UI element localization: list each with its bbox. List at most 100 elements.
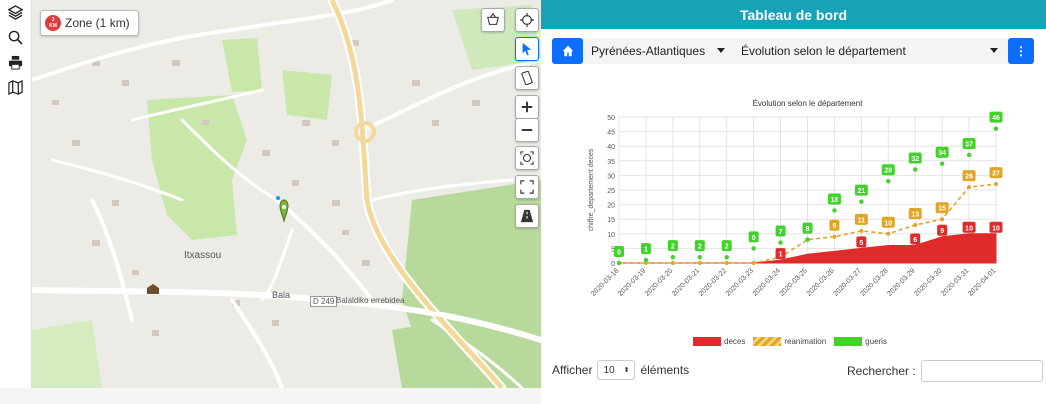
gueris-data-label: 8 <box>806 226 810 233</box>
x-tick-label: 2020-03-21 <box>671 267 701 297</box>
plus-icon <box>521 101 533 113</box>
map-scroll-strip <box>0 388 541 404</box>
ruler-icon <box>521 71 533 85</box>
legend-swatch <box>693 337 721 346</box>
zone-chip[interactable]: 3 KM Zone (1 km) <box>40 10 139 36</box>
legend-item-reanimation[interactable]: reanimation <box>753 337 826 346</box>
zoom-extent-button[interactable] <box>515 146 539 170</box>
measure-button[interactable] <box>515 66 539 90</box>
road-button[interactable] <box>515 204 539 228</box>
home-button[interactable] <box>552 38 583 64</box>
gueris-point <box>832 208 837 213</box>
y-tick-label: 0 <box>611 261 615 268</box>
y-tick-label: 10 <box>607 232 615 239</box>
minus-icon <box>521 129 533 131</box>
reanimation-data-label: 15 <box>938 206 946 213</box>
page-length-select[interactable]: 10 ⬍ <box>597 360 636 380</box>
basket-button[interactable] <box>481 8 505 32</box>
basket-icon <box>487 13 499 25</box>
fullscreen-button[interactable] <box>515 175 539 199</box>
options-button[interactable]: ⋮ <box>1008 38 1034 64</box>
legend-label: reanimation <box>784 337 827 346</box>
map-icon <box>8 80 23 95</box>
gueris-point <box>805 237 810 242</box>
gueris-point <box>670 254 676 260</box>
table-length: Afficher 10 ⬍ éléments <box>552 360 689 380</box>
deces-data-label: 6 <box>913 237 917 244</box>
x-tick-label: 2020-03-25 <box>779 267 809 297</box>
x-tick-label: 2020-04-01 <box>967 267 997 297</box>
y-tick-label: 30 <box>607 173 615 180</box>
legend-label: gueris <box>865 337 887 346</box>
search-button[interactable] <box>0 25 31 50</box>
reanimation-data-label: 11 <box>858 217 866 224</box>
reanimation-point <box>670 261 675 265</box>
search-icon <box>8 30 23 45</box>
deces-data-label: 9 <box>940 228 944 235</box>
gueris-point <box>939 161 945 166</box>
department-select[interactable]: Pyrénées-Atlantiques <box>591 38 725 64</box>
gueris-point <box>966 152 972 158</box>
reanimation-point <box>751 261 756 265</box>
reanimation-point <box>697 261 702 265</box>
x-tick-label: 2020-03-23 <box>725 267 755 297</box>
select-pointer-button[interactable] <box>515 37 539 61</box>
gueris-data-label: 0 <box>617 250 621 257</box>
deces-data-label: 10 <box>965 225 973 232</box>
left-toolbar <box>0 0 32 388</box>
chart-legend: deces reanimation gueris <box>693 337 887 346</box>
layers-button[interactable] <box>0 0 31 25</box>
reanimation-data-label: 13 <box>911 212 919 219</box>
search-input[interactable] <box>920 360 1043 382</box>
gueris-point <box>697 254 702 260</box>
legend-item-deces[interactable]: deces <box>693 337 745 346</box>
gueris-data-label: 7 <box>779 229 783 236</box>
y-tick-label: 45 <box>607 130 615 137</box>
x-tick-label: 2020-03-26 <box>806 267 836 297</box>
zoom-out-button[interactable] <box>515 118 539 142</box>
map-view[interactable]: 3 KM Zone (1 km) Itxassou Bala D 249 Bal… <box>32 0 541 388</box>
gueris-data-label: 46 <box>992 115 1000 122</box>
deces-data-label: 10 <box>992 225 1000 232</box>
reanimation-point <box>994 182 998 187</box>
gueris-point <box>859 199 864 204</box>
locate-button[interactable] <box>515 8 539 32</box>
view-select[interactable]: Évolution selon le département <box>741 38 998 64</box>
crosshair-icon <box>520 13 534 27</box>
zoom-in-button[interactable] <box>515 95 539 119</box>
fullscreen-icon <box>520 180 534 194</box>
reanimation-data-label: 26 <box>965 174 973 181</box>
gueris-data-label: 28 <box>884 168 892 175</box>
x-tick-label: 2020-03-20 <box>644 267 674 297</box>
table-search: Rechercher : <box>847 360 1043 382</box>
deces-data-label: 5 <box>859 240 863 247</box>
home-icon <box>562 45 573 57</box>
search-label: Rechercher : <box>847 364 916 378</box>
show-label: Afficher <box>552 363 593 377</box>
gueris-data-label: 21 <box>857 188 865 195</box>
updown-icon: ⬍ <box>623 367 630 374</box>
view-select-value: Évolution selon le département <box>741 44 906 58</box>
road-icon <box>520 209 534 223</box>
filter-bar: Pyrénées-Atlantiques Évolution selon le … <box>552 38 1034 64</box>
x-tick-label: 2020-03-28 <box>859 267 889 297</box>
gueris-point <box>724 254 729 260</box>
gueris-point <box>993 126 999 131</box>
reanimation-point <box>967 185 972 190</box>
gueris-point <box>886 179 891 184</box>
zoom-extent-icon <box>520 151 534 165</box>
gueris-data-label: 2 <box>698 244 702 251</box>
legend-swatch <box>834 337 863 346</box>
legend-item-gueris[interactable]: gueris <box>834 337 887 346</box>
gueris-data-label: 2 <box>725 244 729 251</box>
chevron-down-icon <box>990 48 998 53</box>
x-tick-label: 2020-03-30 <box>913 267 943 297</box>
x-tick-label: 2020-03-27 <box>832 267 862 297</box>
layers-icon <box>8 5 23 20</box>
map-button[interactable] <box>0 75 31 100</box>
y-tick-label: 25 <box>607 188 615 195</box>
department-select-value: Pyrénées-Atlantiques <box>591 44 706 58</box>
y-axis-label: chiffre_departement deces <box>588 148 595 231</box>
print-button[interactable] <box>0 50 31 75</box>
reanimation-point <box>724 261 729 265</box>
